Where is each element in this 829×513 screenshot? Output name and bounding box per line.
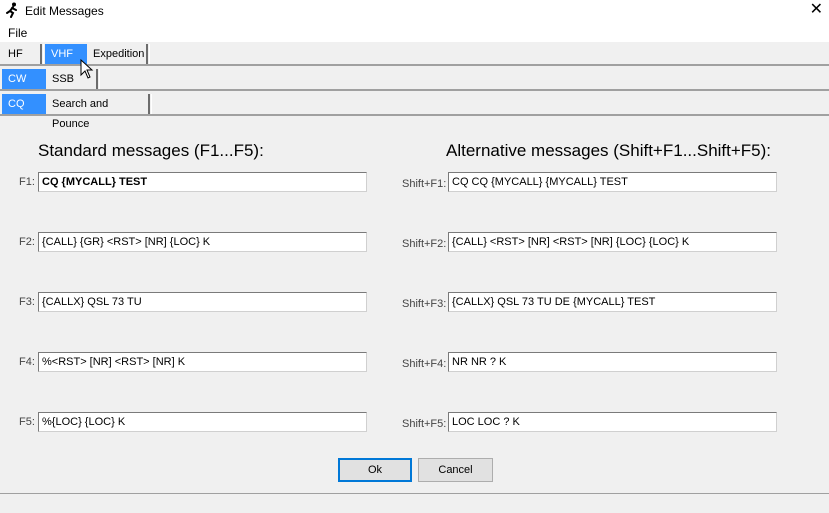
menu-file[interactable]: File bbox=[8, 26, 27, 40]
f3-label: F3: bbox=[19, 296, 35, 308]
tab-cw[interactable]: CW bbox=[2, 69, 46, 89]
mode-tab-row: CW SSB bbox=[0, 67, 829, 91]
alternative-messages-heading: Alternative messages (Shift+F1...Shift+F… bbox=[446, 141, 772, 160]
menu-bar: File bbox=[0, 22, 829, 42]
shift-f3-label: Shift+F3: bbox=[402, 298, 447, 310]
type-tab-row: CQ Search and Pounce bbox=[0, 92, 829, 130]
shift-f5-message-field[interactable] bbox=[448, 412, 777, 432]
running-man-icon bbox=[5, 2, 19, 21]
f4-message-field[interactable] bbox=[38, 352, 367, 372]
standard-messages-heading: Standard messages (F1...F5): bbox=[38, 141, 264, 160]
title-bar: Edit Messages ✕ bbox=[0, 0, 829, 22]
tab-cq[interactable]: CQ bbox=[2, 94, 46, 114]
shift-f5-label: Shift+F5: bbox=[402, 418, 447, 430]
f2-message-field[interactable] bbox=[38, 232, 367, 252]
status-bar bbox=[0, 493, 829, 513]
tab-hf[interactable]: HF bbox=[2, 44, 44, 64]
window-title: Edit Messages bbox=[25, 4, 104, 18]
f3-message-field[interactable] bbox=[38, 292, 367, 312]
shift-f4-message-field[interactable] bbox=[448, 352, 777, 372]
f5-message-field[interactable] bbox=[38, 412, 367, 432]
tab-expedition[interactable]: Expedition bbox=[87, 44, 150, 64]
shift-f2-label: Shift+F2: bbox=[402, 238, 447, 250]
tab-divider bbox=[0, 89, 829, 91]
close-button[interactable]: ✕ bbox=[810, 1, 823, 19]
shift-f3-message-field[interactable] bbox=[448, 292, 777, 312]
ok-button[interactable]: Ok bbox=[338, 458, 412, 482]
band-tab-row: HF VHF Expedition bbox=[0, 42, 829, 66]
tab-divider bbox=[0, 64, 829, 66]
f5-label: F5: bbox=[19, 416, 35, 428]
shift-f1-label: Shift+F1: bbox=[402, 178, 447, 190]
shift-f2-message-field[interactable] bbox=[448, 232, 777, 252]
messages-panel: Standard messages (F1...F5): Alternative… bbox=[0, 117, 829, 493]
shift-f4-label: Shift+F4: bbox=[402, 358, 447, 370]
f1-label: F1: bbox=[19, 176, 35, 188]
tab-divider bbox=[0, 114, 829, 116]
tab-search-and-pounce[interactable]: Search and Pounce bbox=[46, 94, 152, 130]
f2-label: F2: bbox=[19, 236, 35, 248]
f4-label: F4: bbox=[19, 356, 35, 368]
shift-f1-message-field[interactable] bbox=[448, 172, 777, 192]
cancel-button[interactable]: Cancel bbox=[418, 458, 493, 482]
f1-message-field[interactable] bbox=[38, 172, 367, 192]
mouse-cursor-icon bbox=[80, 59, 94, 79]
